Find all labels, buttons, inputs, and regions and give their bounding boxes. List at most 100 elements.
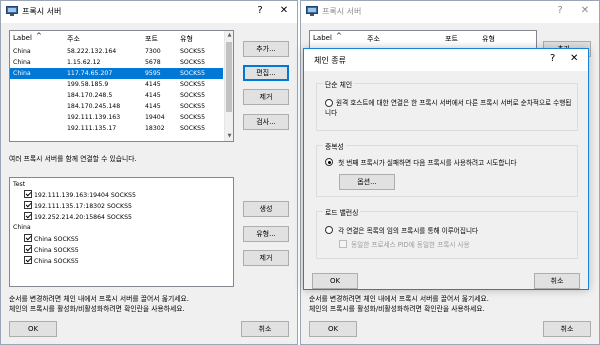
proxy-chain-tree[interactable]: Test 192.111.139.163:19404 SOCKS5 192.11…	[9, 177, 234, 287]
checkbox[interactable]	[339, 240, 347, 248]
scroll-up-icon[interactable]: ▲	[225, 31, 233, 40]
footer-hint-1: 순서를 변경하려면 체인 내에서 프록시 서버를 끌어서 옮기세요.	[9, 295, 189, 303]
list-header: Label ^ 주소 포트 유형	[310, 31, 536, 44]
type-button[interactable]: 유형...	[243, 226, 289, 242]
radio-label: 각 연결은 목록의 임의 프록시를 통해 이루어집니다	[338, 227, 479, 235]
cell-type: SOCKS5	[180, 92, 206, 99]
dialog-title-bar: 체인 종류 ? ✕	[304, 49, 588, 71]
cell-address: 184.170.248.5	[67, 92, 113, 99]
title-bar: 프록시 서버 ? ✕	[1, 1, 297, 23]
table-row[interactable]: 192.111.139.163 19404 SOCKS5	[10, 112, 233, 123]
help-button[interactable]: ?	[253, 4, 267, 18]
chain-type-dialog: 체인 종류 ? ✕ 단순 체인 원격 호스트에 대한 연결은 한 프록시 서버에…	[303, 48, 589, 290]
proxy-list[interactable]: Label ^ 주소 포트 유형 China 58.222.132.164 73…	[9, 30, 234, 142]
proxy-app-icon	[6, 6, 18, 16]
list-scrollbar[interactable]: ▲ ▼	[224, 31, 233, 141]
group-title: 단순 체인	[323, 79, 355, 89]
checkbox[interactable]	[24, 256, 32, 264]
sort-caret-icon: ^	[36, 32, 42, 40]
table-row[interactable]: 192.111.135.17 18302 SOCKS5	[10, 123, 233, 134]
cell-label: China	[13, 70, 31, 77]
cell-label: China	[13, 59, 31, 66]
same-pid-checkbox[interactable]: 동일한 프로세스 PID에 동일한 프록시 사용	[339, 240, 470, 250]
checkbox[interactable]	[24, 201, 32, 209]
cell-address: 117.74.65.207	[67, 70, 113, 77]
table-row-selected[interactable]: China 117.74.65.207 9595 SOCKS5	[10, 68, 223, 79]
column-type[interactable]: 유형	[180, 34, 193, 44]
column-address[interactable]: 주소	[367, 34, 380, 44]
cell-port: 4145	[145, 103, 161, 110]
cell-port: 19404	[145, 114, 165, 121]
column-label[interactable]: Label	[313, 34, 332, 42]
tree-item-label: China SOCKS5	[34, 258, 79, 265]
tree-item-label: 192.111.139.163:19404 SOCKS5	[34, 192, 136, 199]
load-balancing-group: 로드 밸런싱 각 연결은 목록의 임의 프록시를 통해 이루어집니다 동일한 프…	[316, 207, 578, 259]
load-balancing-radio[interactable]: 각 연결은 목록의 임의 프록시를 통해 이루어집니다	[325, 226, 478, 236]
column-port[interactable]: 포트	[445, 34, 458, 44]
scroll-thumb[interactable]	[226, 42, 232, 112]
table-row[interactable]: 184.170.248.5 4145 SOCKS5	[10, 90, 233, 101]
tree-item[interactable]: 192.252.214.20:15864 SOCKS5	[24, 212, 132, 222]
simple-chain-group: 단순 체인 원격 호스트에 대한 연결은 한 프록시 서버에서 다른 프록시 서…	[316, 79, 578, 131]
remove-chain-button[interactable]: 제거	[243, 250, 289, 266]
create-button[interactable]: 생성	[243, 201, 289, 217]
simple-chain-radio[interactable]: 원격 호스트에 대한 연결은 한 프록시 서버에서 다른 프록시 서버로 순차적…	[325, 98, 573, 118]
dialog-ok-button[interactable]: OK	[312, 273, 358, 289]
cell-address: 1.15.62.12	[67, 59, 101, 66]
footer-hint-1: 순서를 변경하려면 체인 내에서 프록시 서버를 끌어서 옮기세요.	[309, 295, 489, 303]
column-label[interactable]: Label	[13, 34, 32, 42]
tree-item[interactable]: China SOCKS5	[24, 234, 79, 244]
cell-port: 7300	[145, 48, 161, 55]
cancel-button[interactable]: 취소	[543, 321, 591, 337]
tree-item[interactable]: China SOCKS5	[24, 245, 79, 255]
radio-button[interactable]	[325, 226, 333, 234]
tree-group-test[interactable]: Test	[13, 180, 25, 190]
table-row[interactable]: 199.58.185.9 4145 SOCKS5	[10, 79, 233, 90]
tree-group-china[interactable]: China	[13, 223, 31, 233]
checkbox[interactable]	[24, 245, 32, 253]
column-port[interactable]: 포트	[145, 34, 158, 44]
radio-label: 원격 호스트에 대한 연결은 한 프록시 서버에서 다른 프록시 서버로 순차적…	[325, 99, 572, 117]
add-button[interactable]: 추가...	[243, 41, 289, 57]
column-type[interactable]: 유형	[482, 34, 495, 44]
tree-item-label: 192.111.135.17:18302 SOCKS5	[34, 203, 132, 210]
redundancy-radio[interactable]: 첫 번째 프록시가 실패하면 다음 프록시를 사용하려고 시도합니다	[325, 158, 517, 168]
options-button[interactable]: 옵션...	[339, 174, 395, 190]
tree-item[interactable]: 192.111.139.163:19404 SOCKS5	[24, 190, 136, 200]
cell-type: SOCKS5	[180, 48, 206, 55]
dialog-title: 체인 종류	[314, 56, 346, 65]
remove-button[interactable]: 제거	[243, 89, 289, 105]
close-button[interactable]: ✕	[578, 4, 592, 18]
help-button[interactable]: ?	[553, 4, 567, 18]
help-button[interactable]: ?	[550, 53, 555, 64]
column-address[interactable]: 주소	[67, 34, 80, 44]
radio-label: 첫 번째 프록시가 실패하면 다음 프록시를 사용하려고 시도합니다	[338, 159, 517, 167]
checkbox-label: 동일한 프로세스 PID에 동일한 프록시 사용	[351, 241, 470, 249]
cell-address: 192.111.139.163	[67, 114, 121, 121]
footer-hint-2: 체인의 프록시를 활성화/비활성화하려면 확인란을 사용하세요.	[9, 305, 185, 313]
cell-port: 4145	[145, 81, 161, 88]
window-title: 프록시 서버	[322, 7, 362, 16]
edit-button[interactable]: 편집...	[243, 65, 289, 81]
cell-type: SOCKS5	[180, 81, 206, 88]
radio-button[interactable]	[325, 99, 333, 107]
checkbox[interactable]	[24, 190, 32, 198]
tree-item[interactable]: 192.111.135.17:18302 SOCKS5	[24, 201, 132, 211]
cancel-button[interactable]: 취소	[241, 321, 289, 337]
checkbox[interactable]	[24, 212, 32, 220]
ok-button[interactable]: OK	[309, 321, 357, 337]
close-button[interactable]: ✕	[570, 53, 578, 64]
scroll-down-icon[interactable]: ▼	[225, 132, 233, 141]
checkbox[interactable]	[24, 234, 32, 242]
dialog-cancel-button[interactable]: 취소	[534, 273, 580, 289]
close-button[interactable]: ✕	[277, 4, 291, 18]
table-row[interactable]: 184.170.245.148 4145 SOCKS5	[10, 101, 233, 112]
table-row[interactable]: China 58.222.132.164 7300 SOCKS5	[10, 46, 233, 57]
title-bar: 프록시 서버 ? ✕	[301, 1, 599, 23]
radio-button[interactable]	[325, 158, 333, 166]
ok-button[interactable]: OK	[9, 321, 57, 337]
tree-item[interactable]: China SOCKS5	[24, 256, 79, 266]
cell-address: 199.58.185.9	[67, 81, 109, 88]
table-row[interactable]: China 1.15.62.12 5678 SOCKS5	[10, 57, 233, 68]
check-button[interactable]: 검사...	[243, 114, 289, 130]
